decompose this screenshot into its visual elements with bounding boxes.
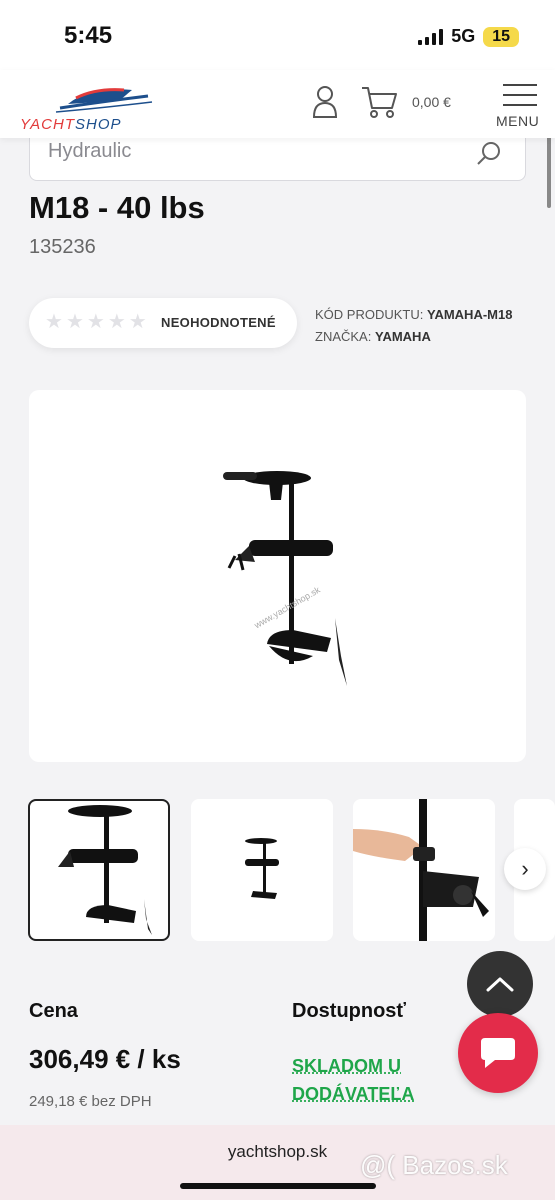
page: 5:45 5G 15 YACHTSHOP 0,00 € MENU Hydraul…	[0, 0, 555, 1200]
trolling-motor-image: www.yachtshop.sk	[223, 471, 347, 686]
cart-total[interactable]: 0,00 €	[412, 94, 451, 110]
bazos-watermark: @( Bazos.sk	[360, 1150, 508, 1180]
menu-button[interactable]: MENU	[494, 80, 546, 132]
product-sku: 135236	[29, 236, 96, 258]
cart-icon[interactable]	[360, 84, 400, 120]
logo-text: YACHTSHOP	[20, 116, 122, 133]
thumbnail-3[interactable]	[353, 799, 495, 941]
gallery-next-button[interactable]: ›	[504, 848, 546, 890]
status-time: 5:45	[64, 22, 113, 49]
availability-label: Dostupnosť	[292, 1000, 407, 1022]
battery-icon: 15	[483, 26, 519, 47]
star-icon: ★	[128, 311, 147, 333]
product-title: M18 - 40 lbs	[29, 190, 205, 225]
yacht-logo-icon	[55, 88, 153, 113]
hamburger-icon	[494, 80, 546, 106]
chevron-right-icon: ›	[521, 856, 529, 881]
rating-label: NEOHODNOTENÉ	[161, 315, 276, 330]
status-bar: 5:45 5G 15	[0, 0, 555, 70]
product-code: KÓD PRODUKTU: YAMAHA-M18	[315, 307, 513, 322]
rating-stars: ★ ★ ★ ★ ★	[45, 311, 147, 333]
chevron-up-icon	[486, 977, 514, 992]
user-account-icon[interactable]	[310, 84, 340, 120]
thumbnail-1[interactable]	[28, 799, 170, 941]
network-type: 5G	[451, 26, 476, 46]
signal-icon	[418, 28, 444, 45]
product-meta: KÓD PRODUKTU: YAMAHA-M18 ZNAČKA: YAMAHA	[315, 304, 512, 348]
price-without-vat: 249,18 € bez DPH	[29, 1093, 152, 1110]
yachtshop-logo[interactable]: YACHTSHOP	[20, 80, 202, 133]
status-indicators: 5G 15	[418, 26, 519, 47]
price-value: 306,49 € / ks	[29, 1044, 181, 1074]
availability-status[interactable]: SKLADOM U DODÁVATEĽA	[292, 1052, 452, 1108]
star-icon: ★	[86, 311, 105, 333]
star-icon: ★	[45, 311, 63, 333]
menu-label: MENU	[496, 113, 540, 129]
chat-button[interactable]	[458, 1013, 538, 1093]
product-brand: ZNAČKA: YAMAHA	[315, 329, 431, 344]
star-icon: ★	[107, 311, 126, 333]
product-main-image[interactable]: www.yachtshop.sk	[29, 390, 526, 762]
home-indicator[interactable]	[180, 1183, 376, 1189]
search-icon[interactable]	[475, 140, 503, 168]
search-input[interactable]	[48, 140, 448, 163]
image-watermark: www.yachtshop.sk	[252, 584, 322, 630]
site-header: YACHTSHOP 0,00 € MENU	[0, 70, 555, 138]
thumbnail-2[interactable]	[191, 799, 333, 941]
scroll-to-top-button[interactable]	[467, 951, 533, 1017]
price-label: Cena	[29, 1000, 78, 1022]
chat-bubble-icon	[481, 1038, 515, 1068]
rating-pill[interactable]: ★ ★ ★ ★ ★ NEOHODNOTENÉ	[29, 298, 297, 348]
star-icon: ★	[65, 311, 84, 333]
